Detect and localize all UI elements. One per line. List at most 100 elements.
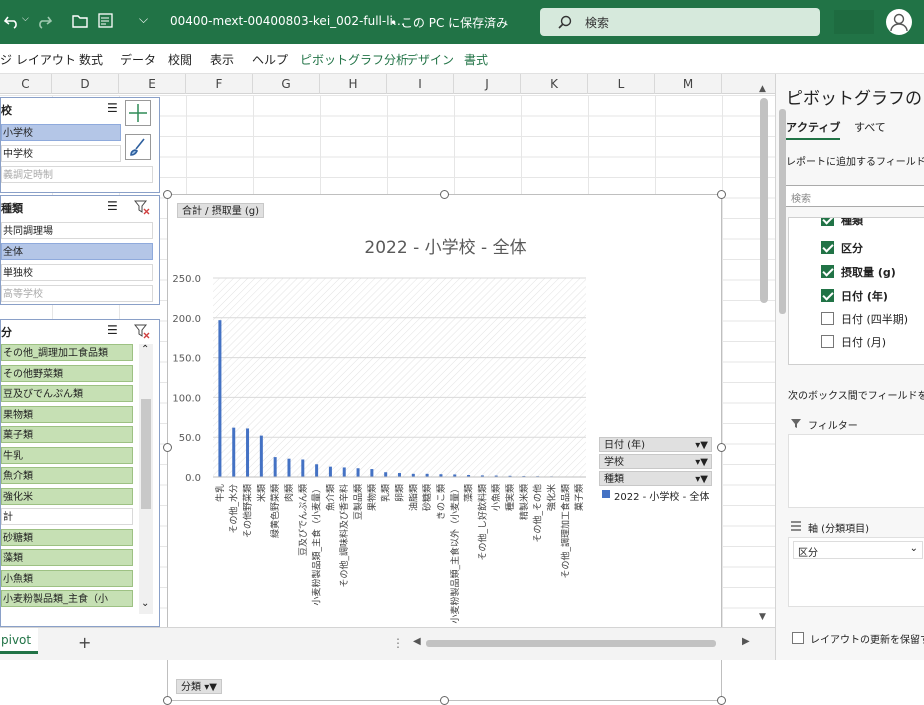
scroll-right-icon[interactable]: ▶ bbox=[742, 636, 750, 647]
field-search-input[interactable]: 検索 bbox=[784, 185, 924, 207]
tab-pivotchart-analyze[interactable]: ピボットグラフ分析 bbox=[300, 51, 408, 68]
filter-button-type[interactable]: 種類▾▼ bbox=[599, 471, 712, 486]
column-header[interactable]: D bbox=[52, 74, 119, 94]
pane-scrollbar[interactable] bbox=[776, 107, 790, 667]
tab-design[interactable]: デザイン bbox=[406, 51, 454, 68]
column-header[interactable]: C bbox=[0, 74, 52, 94]
pivot-chart[interactable]: 合計 / 摂取量 (g) 2022 - 小学校 - 全体 250.0200.01… bbox=[167, 194, 722, 701]
vertical-scrollbar[interactable]: ▲ ▼ bbox=[758, 84, 772, 624]
defer-update-checkbox[interactable] bbox=[792, 632, 804, 644]
tab-formulas[interactable]: 数式 bbox=[79, 51, 103, 68]
slicer-scrollbar[interactable]: ⌃ ⌄ bbox=[139, 344, 153, 614]
slicer-item[interactable]: 単独校 bbox=[1, 264, 153, 281]
slicer-item[interactable]: その他野菜類 bbox=[1, 365, 133, 382]
filter-button-school[interactable]: 学校▾▼ bbox=[599, 454, 712, 469]
tab-active[interactable]: アクティブ bbox=[786, 119, 840, 140]
slicer-category[interactable]: 分 ☰ その他_調理加工食品類 その他野菜類 豆及びでんぷん類 果物類 菓子類 … bbox=[0, 319, 160, 627]
open-folder-icon[interactable] bbox=[72, 13, 90, 29]
slicer-item[interactable]: 藻類 bbox=[1, 549, 133, 566]
field-checkbox[interactable] bbox=[821, 335, 834, 348]
form-icon[interactable] bbox=[97, 12, 115, 30]
multi-select-icon[interactable]: ☰ bbox=[107, 101, 118, 115]
axis-field-pill[interactable]: 区分 ⌄ bbox=[793, 541, 923, 559]
multi-select-icon[interactable]: ☰ bbox=[107, 323, 118, 337]
customize-qat-icon[interactable]: ⌵ bbox=[139, 12, 148, 27]
chevron-up-icon[interactable]: ⌃ bbox=[141, 344, 149, 355]
axis-field-button[interactable]: 分類 ▾▼ bbox=[176, 679, 222, 694]
slicer-item[interactable]: 魚介類 bbox=[1, 467, 133, 484]
add-sheet-button[interactable]: + bbox=[78, 633, 91, 652]
slicer-item[interactable]: 小学校 bbox=[1, 124, 121, 141]
sheet-tab-bar: pivot + ⋮ ◀ ▶ bbox=[0, 627, 775, 660]
filter-button-year[interactable]: 日付 (年)▾▼ bbox=[599, 437, 712, 452]
tab-all[interactable]: すべて bbox=[854, 119, 886, 135]
ribbon-tabs: ジ レイアウト 数式 データ 校閲 表示 ヘルプ ピボットグラフ分析 デザイン … bbox=[0, 44, 924, 74]
slicer-item[interactable]: 豆及びでんぷん類 bbox=[1, 385, 133, 402]
field-search-placeholder: 検索 bbox=[791, 190, 811, 205]
slicer-item[interactable]: 小魚類 bbox=[1, 570, 133, 587]
more-options-icon[interactable]: ⋮ bbox=[392, 636, 404, 650]
slicer-item[interactable]: 果物類 bbox=[1, 406, 133, 423]
chevron-down-icon[interactable]: ⌄ bbox=[141, 598, 149, 609]
column-header[interactable]: M bbox=[655, 74, 722, 94]
clear-filter-icon[interactable] bbox=[134, 324, 150, 339]
scroll-up-icon[interactable]: ▲ bbox=[759, 84, 766, 94]
clear-filter-icon[interactable] bbox=[134, 200, 150, 215]
slicer-item[interactable]: 義調定時制 bbox=[1, 166, 153, 183]
axis-drop-area[interactable]: 区分 ⌄ bbox=[788, 537, 924, 607]
slicer-item[interactable]: 計 bbox=[1, 508, 133, 525]
slicer-item[interactable]: 菓子類 bbox=[1, 426, 133, 443]
column-header[interactable]: L bbox=[588, 74, 655, 94]
scroll-down-icon[interactable]: ▼ bbox=[759, 612, 766, 622]
chevron-down-icon[interactable]: ⌄ bbox=[910, 543, 918, 554]
search-box[interactable]: 検索 bbox=[540, 8, 820, 36]
tab-review[interactable]: 校閲 bbox=[168, 51, 192, 68]
slicer-type[interactable]: 種類 ☰ 共同調理場 全体 単独校 高等学校 bbox=[0, 195, 160, 305]
slicer-item[interactable]: 強化米 bbox=[1, 488, 133, 505]
add-icon[interactable] bbox=[125, 100, 151, 126]
tab-page-layout[interactable]: ジ レイアウト bbox=[0, 51, 76, 68]
scroll-left-icon[interactable]: ◀ bbox=[413, 636, 421, 647]
field-checkbox[interactable] bbox=[821, 217, 834, 226]
field-checkbox[interactable] bbox=[821, 265, 834, 278]
tab-format[interactable]: 書式 bbox=[464, 51, 488, 68]
undo-icon[interactable] bbox=[3, 13, 21, 31]
tab-help[interactable]: ヘルプ bbox=[252, 51, 288, 68]
slicer-item[interactable]: その他_調理加工食品類 bbox=[1, 344, 133, 361]
brush-icon[interactable] bbox=[125, 134, 151, 160]
drag-hint: 次のボックス間でフィールドをドラ bbox=[788, 387, 924, 402]
slicer-item[interactable]: 小麦粉製品類_主食（小 bbox=[1, 590, 133, 607]
multi-select-icon[interactable]: ☰ bbox=[107, 199, 118, 213]
column-header[interactable]: E bbox=[119, 74, 186, 94]
scroll-thumb[interactable] bbox=[141, 399, 151, 509]
x-tick-label: 小麦粉製品類_主食（小麦量） bbox=[311, 484, 323, 606]
slicer-item[interactable]: 牛乳 bbox=[1, 447, 133, 464]
slicer-item[interactable]: 砂糖類 bbox=[1, 529, 133, 546]
save-status[interactable]: • この PC に保存済み bbox=[390, 14, 508, 31]
sheet-tab[interactable]: pivot bbox=[0, 628, 38, 654]
slicer-school[interactable]: 校 ☰ 小学校 中学校 義調定時制 bbox=[0, 97, 160, 193]
column-header[interactable]: G bbox=[253, 74, 320, 94]
redo-icon[interactable] bbox=[35, 13, 53, 31]
column-header[interactable]: H bbox=[320, 74, 387, 94]
field-list[interactable]: 種類 区分 摂取量 (g) 日付 (年) 日付 (四半期) 日付 (月) bbox=[788, 217, 924, 365]
field-checkbox[interactable] bbox=[821, 289, 834, 302]
slicer-item[interactable]: 中学校 bbox=[1, 145, 121, 162]
slicer-item[interactable]: 全体 bbox=[1, 243, 153, 260]
filter-drop-area[interactable] bbox=[788, 434, 924, 508]
undo-dropdown-icon[interactable]: ⌵ bbox=[22, 14, 29, 24]
slicer-item[interactable]: 高等学校 bbox=[1, 285, 153, 302]
tab-view[interactable]: 表示 bbox=[210, 51, 234, 68]
field-checkbox[interactable] bbox=[821, 312, 834, 325]
column-header[interactable]: I bbox=[387, 74, 454, 94]
vertical-scrollbar-thumb[interactable] bbox=[760, 98, 768, 303]
column-header[interactable]: J bbox=[454, 74, 521, 94]
avatar[interactable] bbox=[886, 9, 912, 35]
worksheet-grid[interactable]: 校 ☰ 小学校 中学校 義調定時制 種類 ☰ 共同調理場 全体 単独校 高等学校… bbox=[0, 95, 775, 627]
column-header[interactable]: K bbox=[521, 74, 588, 94]
tab-data[interactable]: データ bbox=[120, 51, 156, 68]
column-header[interactable]: F bbox=[186, 74, 253, 94]
slicer-item[interactable]: 共同調理場 bbox=[1, 222, 153, 239]
horizontal-scrollbar-thumb[interactable] bbox=[426, 640, 716, 647]
field-checkbox[interactable] bbox=[821, 241, 834, 254]
